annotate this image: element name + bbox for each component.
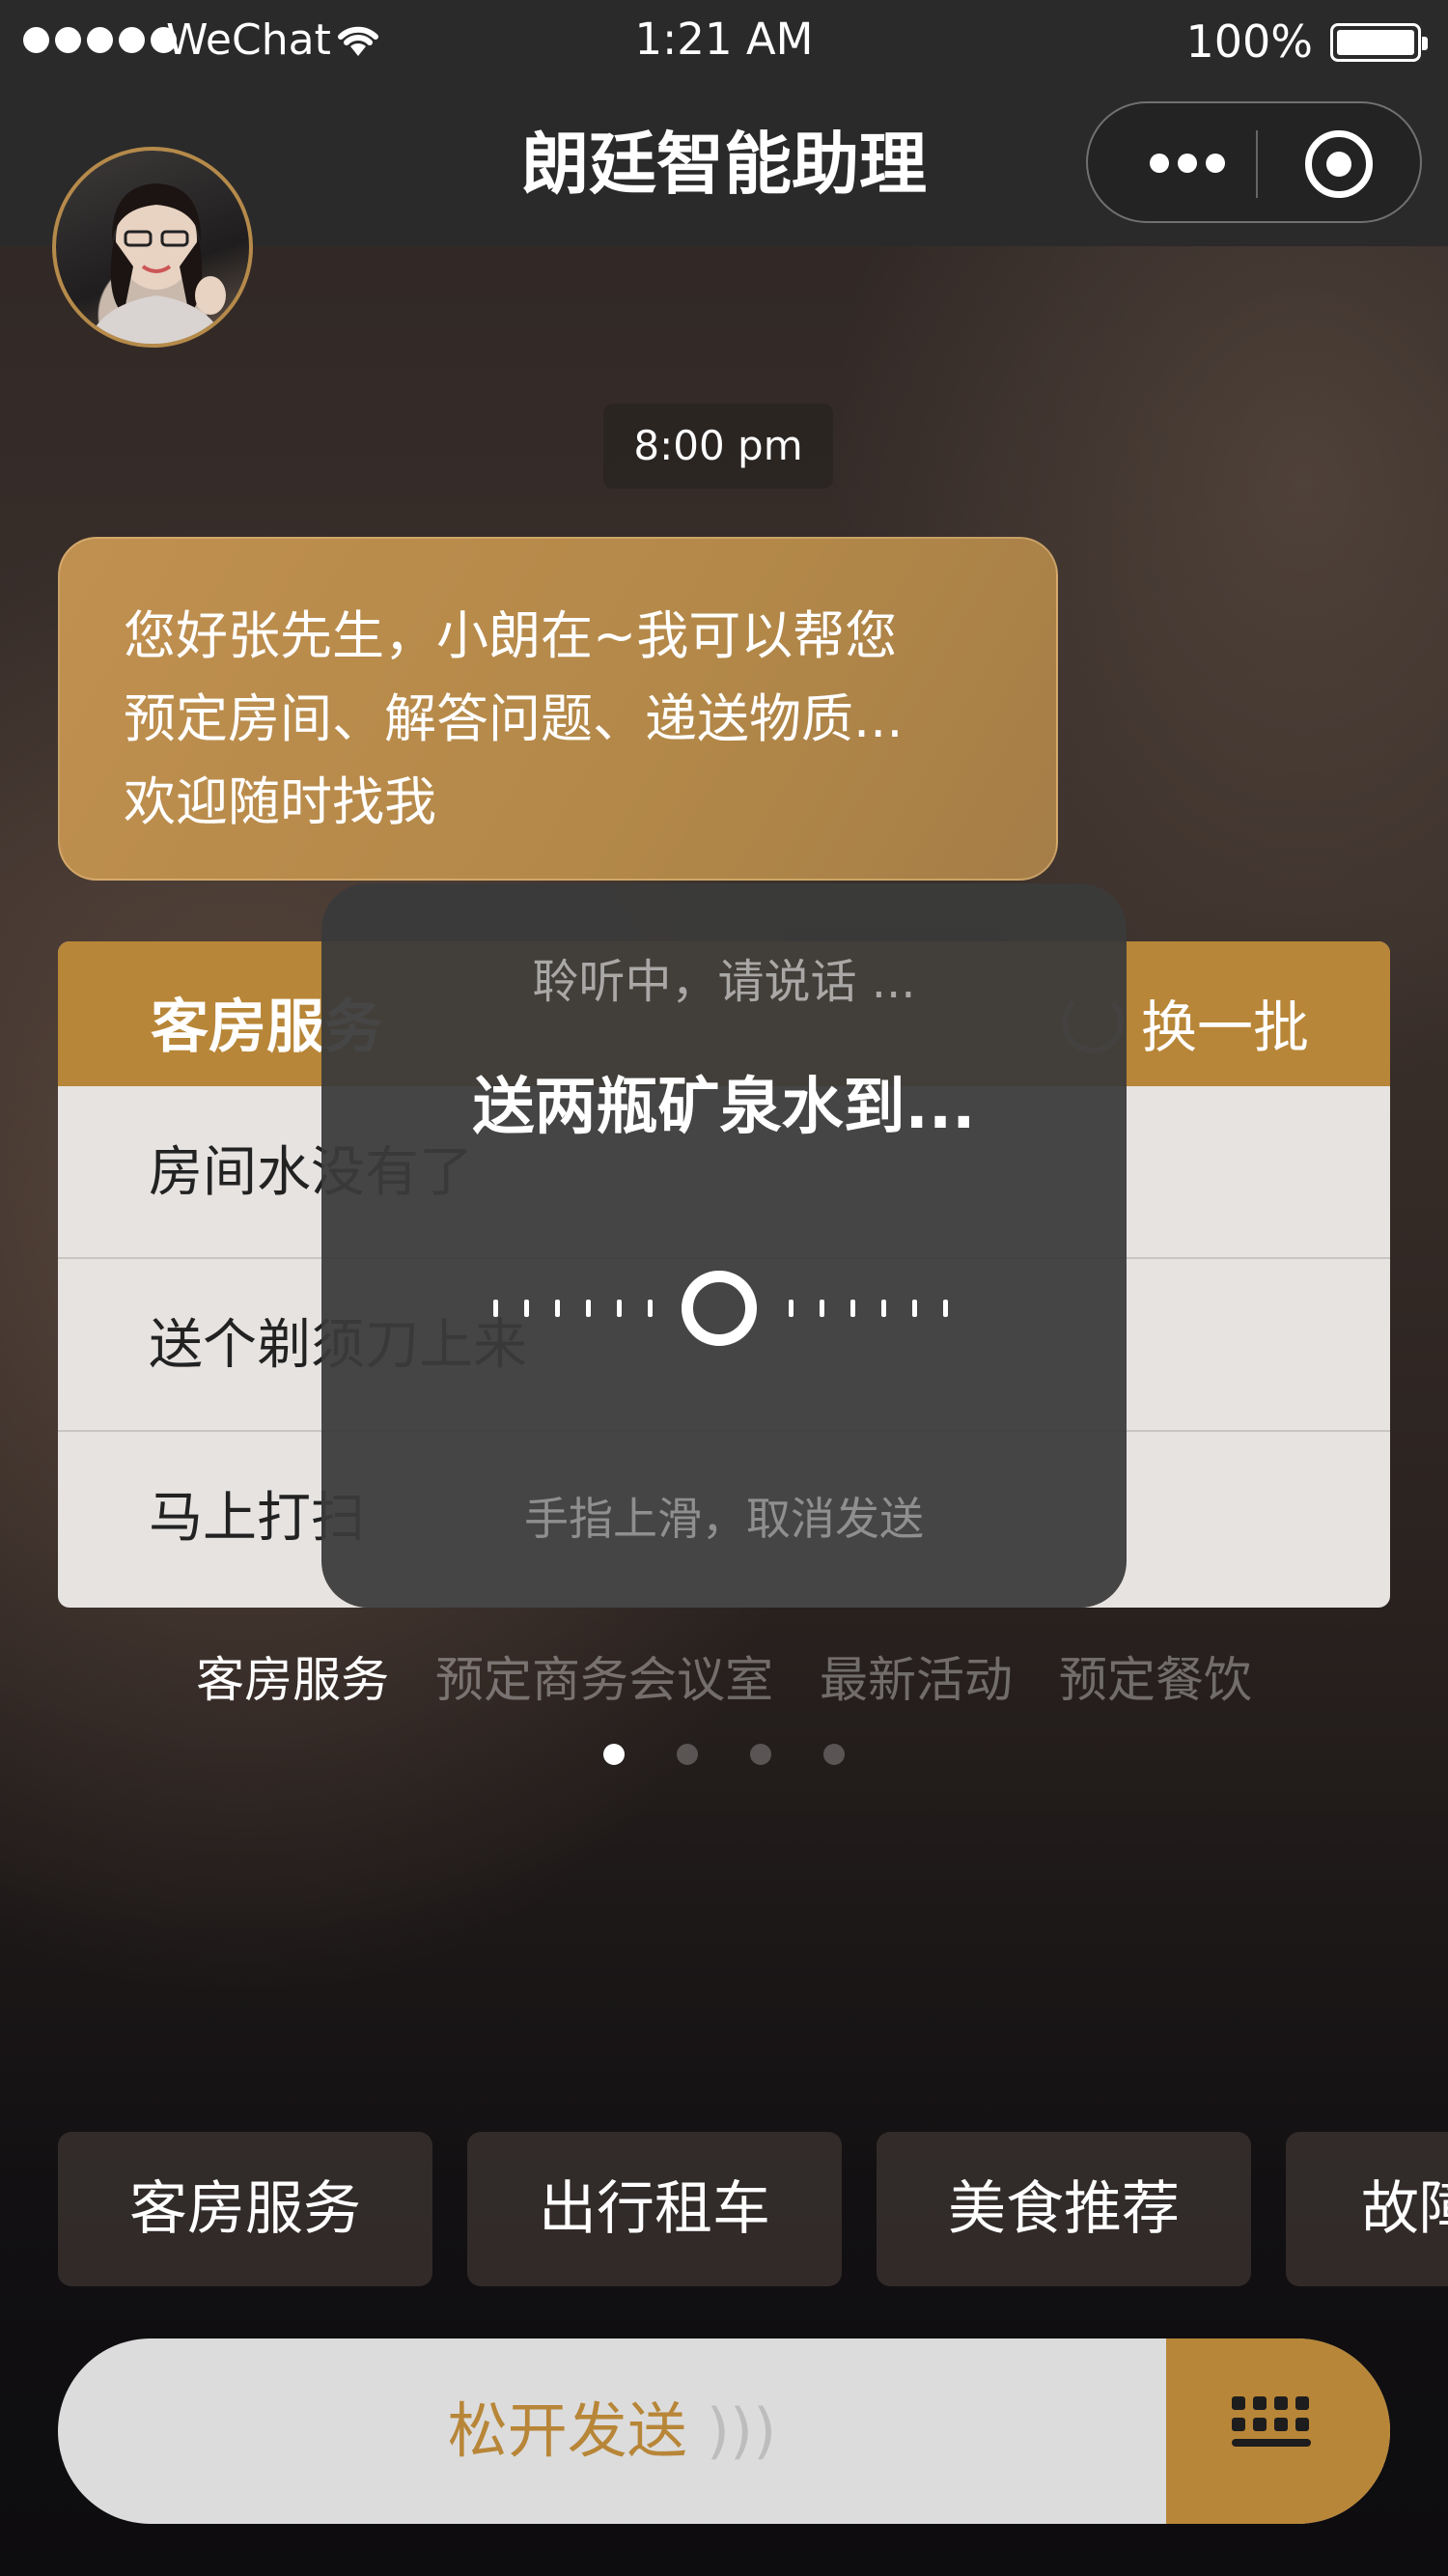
quick-action-button[interactable]: 故障 [1286,2132,1448,2286]
battery-percentage: 100% [1185,15,1313,68]
voice-level-meter [493,1271,948,1346]
keyboard-toggle-button[interactable] [1166,2338,1390,2524]
quick-action-bar: 客房服务 出行租车 美食推荐 故障 [58,2132,1448,2286]
message-timestamp: 8:00 pm [603,404,833,489]
quick-action-button[interactable]: 美食推荐 [877,2132,1251,2286]
voice-recording-overlay: 聆听中，请说话 ... 送两瓶矿泉水到... 手指上滑，取消发送 [321,883,1127,1608]
assistant-message-bubble: 您好张先生，小朗在~我可以帮您 预定房间、解答问题、递送物质... 欢迎随时找我 [58,537,1058,881]
bubble-line: 您好张先生，小朗在~我可以帮您 [124,605,898,666]
recognized-text: 送两瓶矿泉水到... [472,1072,976,1143]
more-options-icon[interactable] [1134,144,1240,182]
cancel-hint: 手指上滑，取消发送 [524,1493,924,1545]
bubble-line: 欢迎随时找我 [124,771,436,832]
capsule-divider [1256,130,1258,198]
battery-icon [1330,23,1428,62]
quick-action-button[interactable]: 客房服务 [58,2132,432,2286]
category-tab[interactable]: 预定商务会议室 [435,1641,773,1711]
page-dot[interactable] [603,1744,625,1765]
page-dot[interactable] [677,1744,698,1765]
listening-status: 聆听中，请说话 ... [532,955,916,1009]
assistant-avatar[interactable] [52,147,253,348]
sound-wave-icon: ))) [706,2395,777,2466]
hold-to-talk-label: 松开发送 [447,2395,687,2466]
category-tab[interactable]: 预定餐饮 [1059,1641,1252,1711]
page-indicator [0,1744,1448,1765]
category-tab[interactable]: 最新活动 [820,1641,1013,1711]
voice-input-bar: 松开发送))) [58,2338,1390,2524]
category-tabs: 客房服务 预定商务会议室 最新活动 预定餐饮 [0,1641,1448,1711]
page-dot[interactable] [750,1744,771,1765]
refresh-label: 换一批 [1141,994,1310,1060]
status-bar: WeChat 1:21 AM 100% [0,0,1448,82]
category-tab[interactable]: 客房服务 [196,1641,389,1711]
keyboard-icon [1232,2396,1319,2466]
close-mini-program-icon[interactable] [1305,130,1373,198]
hold-to-talk-button[interactable]: 松开发送))) [58,2338,1166,2524]
page-dot[interactable] [823,1744,845,1765]
mini-program-capsule [1086,101,1422,223]
quick-action-button[interactable]: 出行租车 [467,2132,842,2286]
bubble-line: 预定房间、解答问题、递送物质... [124,688,904,749]
